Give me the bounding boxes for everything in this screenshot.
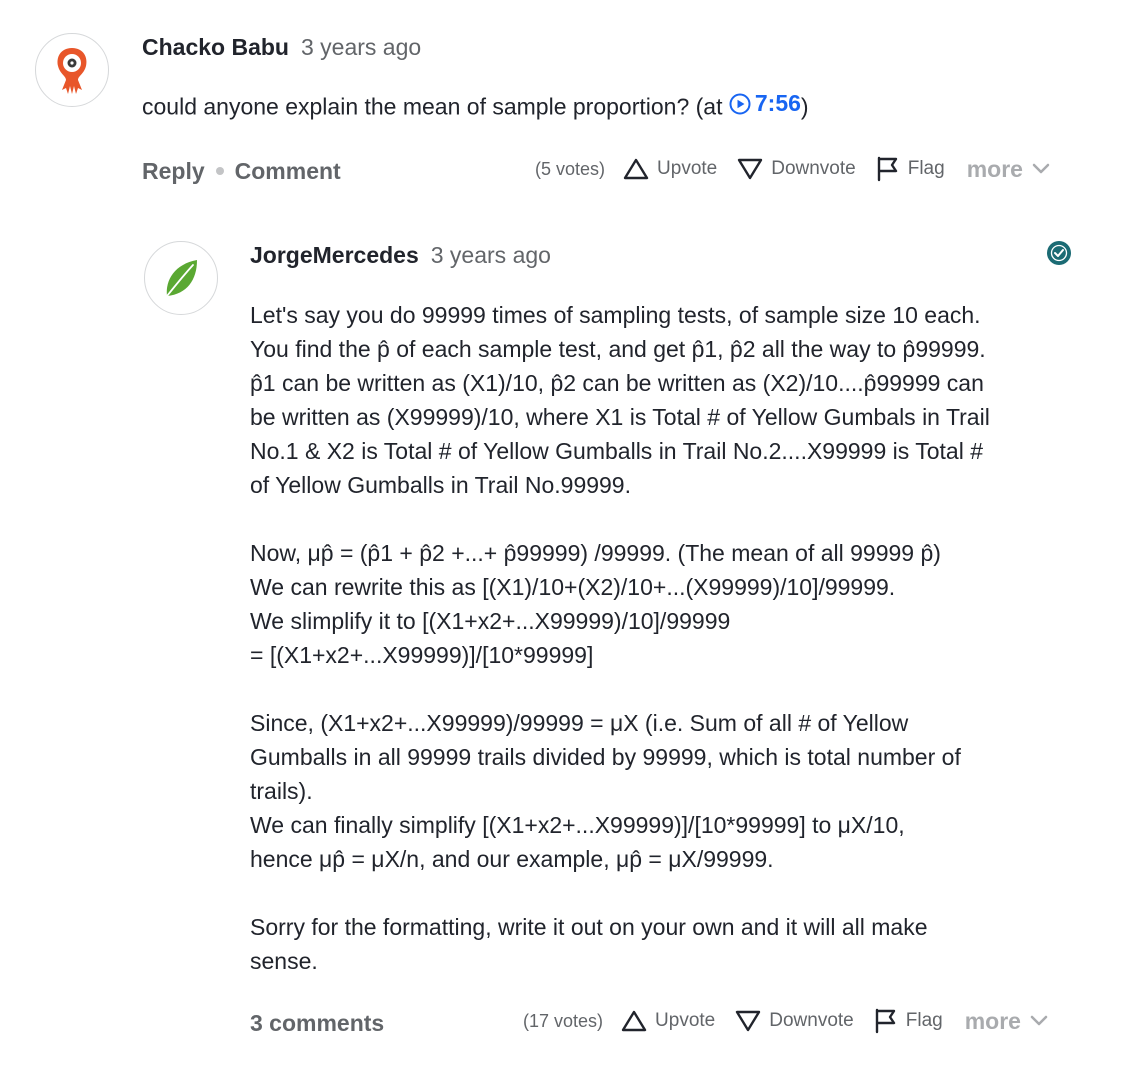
answer-body: Let's say you do 99999 times of sampling… (250, 298, 1090, 978)
flag-label: Flag (907, 158, 945, 179)
more-menu-button[interactable]: more (965, 1008, 1049, 1035)
downvote-button[interactable]: Downvote (737, 158, 856, 180)
answer-line: be written as (X99999)/10, where X1 is T… (250, 404, 990, 430)
answer-line: Since, (X1+x2+...X99999)/99999 = μX (i.e… (250, 710, 909, 736)
answer-line: We can finally simplify [(X1+x2+...X9999… (250, 812, 905, 838)
question-text: could anyone explain the mean of sample … (142, 90, 809, 121)
answer-header: JorgeMercedes 3 years ago (250, 242, 551, 269)
flag-icon (877, 156, 897, 182)
flag-icon (875, 1008, 895, 1034)
upvote-button[interactable]: Upvote (623, 158, 717, 180)
answer-line: Now, μp̂ = (p̂1 + p̂2 +...+ p̂99999) /99… (250, 540, 941, 566)
timestamp-label: 7:56 (754, 90, 801, 116)
vote-count: (17 votes) (523, 1010, 604, 1031)
question-header: Chacko Babu 3 years ago (142, 34, 421, 61)
more-label: more (966, 155, 1023, 182)
answer-line: trails). (250, 778, 313, 804)
answer-line: No.1 & X2 is Total # of Yellow Gumballs … (250, 438, 984, 464)
upvote-icon (621, 1010, 647, 1032)
avatar[interactable] (35, 33, 109, 107)
upvote-icon (623, 158, 649, 180)
downvote-icon (738, 158, 763, 180)
flag-label: Flag (905, 1010, 943, 1031)
answer-actions-left: 3 comments (250, 1006, 384, 1040)
more-label: more (964, 1007, 1021, 1034)
question-text-start: could anyone explain the mean of sample … (142, 93, 729, 120)
answer-actions-right: (17 votes) Upvote Downvote Flag more (523, 1004, 1049, 1038)
reply-button[interactable]: Reply (142, 158, 205, 185)
leaf-avatar-icon (166, 260, 197, 297)
verified-badge (1046, 240, 1072, 271)
timestamp-link[interactable]: 7:56 (729, 90, 801, 117)
downvote-label: Downvote (771, 158, 856, 179)
answer-line: We can rewrite this as [(X1)/10+(X2)/10+… (250, 574, 896, 600)
play-circle-icon (729, 93, 751, 114)
verified-badge-icon (1047, 241, 1071, 265)
answer-line: Gumballs in all 99999 trails divided by … (250, 744, 961, 770)
question-text-end: ) (800, 93, 809, 120)
author-name[interactable]: JorgeMercedes (250, 242, 419, 268)
downvote-icon (736, 1010, 761, 1032)
author-name[interactable]: Chacko Babu (142, 34, 289, 60)
downvote-button[interactable]: Downvote (735, 1010, 854, 1032)
upvote-button[interactable]: Upvote (621, 1010, 715, 1032)
upvote-label: Upvote (657, 158, 718, 179)
answer-line: = [(X1+x2+...X99999)]/[10*99999] (250, 642, 594, 668)
creature-avatar-icon (57, 48, 87, 94)
question-actions-left: Reply Comment (142, 154, 341, 188)
separator-dot (215, 167, 224, 175)
comment-button[interactable]: Comment (235, 158, 341, 185)
answer-line: Sorry for the formatting, write it out o… (250, 914, 928, 940)
answer-line: We slimplify it to [(X1+x2+...X99999)/10… (250, 608, 731, 634)
post-time: 3 years ago (300, 34, 422, 60)
answer-line: hence μp̂ = μX/n, and our example, μp̂ =… (250, 846, 774, 872)
chevron-down-icon (1032, 163, 1050, 174)
post-time: 3 years ago (430, 242, 551, 268)
avatar[interactable] (144, 241, 218, 315)
upvote-label: Upvote (655, 1010, 716, 1031)
answer-line: sense. (250, 948, 318, 974)
answer-line: Let's say you do 99999 times of sampling… (250, 302, 981, 328)
vote-count: (5 votes) (535, 158, 606, 179)
answer-line: of Yellow Gumballs in Trail No.99999. (250, 472, 631, 498)
flag-button[interactable]: Flag (876, 156, 945, 182)
more-menu-button[interactable]: more (967, 156, 1051, 183)
comments-toggle-button[interactable]: 3 comments (250, 1010, 384, 1037)
flag-button[interactable]: Flag (874, 1008, 943, 1034)
chevron-down-icon (1030, 1015, 1048, 1026)
answer-line: p̂1 can be written as (X1)/10, p̂2 can b… (250, 370, 984, 396)
downvote-label: Downvote (769, 1010, 854, 1031)
question-actions-right: (5 votes) Upvote Downvote Flag more (535, 152, 1051, 186)
answer-line: You find the p̂ of each sample test, and… (250, 336, 986, 362)
